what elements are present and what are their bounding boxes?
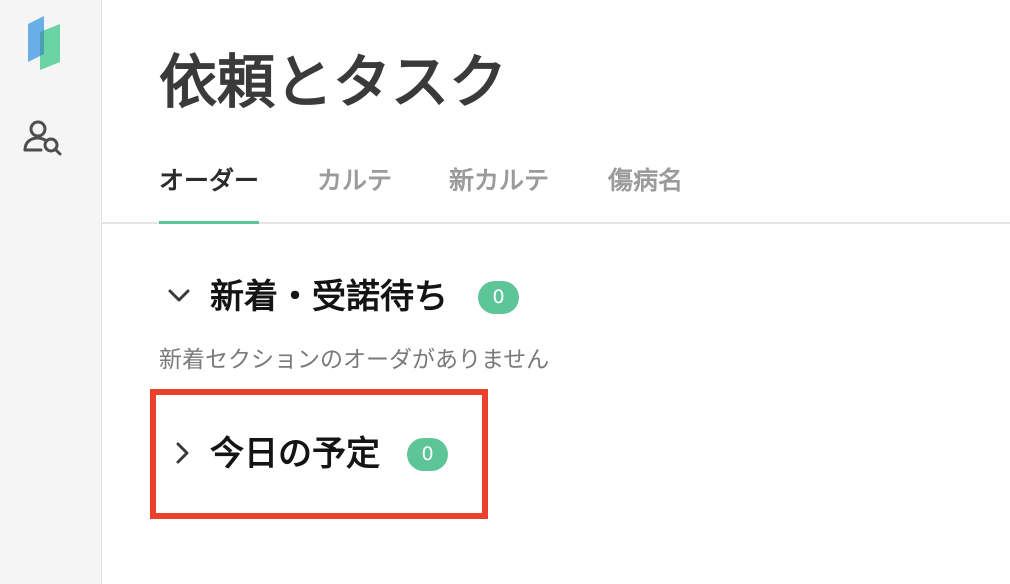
main-content: 依頼とタスク オーダー カルテ 新カルテ 傷病名 新着・受諾待ち 0 新着セクシ… bbox=[102, 0, 1010, 584]
section-new-pending-header[interactable]: 新着・受諾待ち 0 bbox=[166, 275, 526, 319]
tab-karte[interactable]: カルテ bbox=[317, 150, 392, 222]
tab-new-karte[interactable]: 新カルテ bbox=[449, 150, 549, 222]
section-title: 今日の予定 bbox=[210, 434, 380, 474]
tab-order[interactable]: オーダー bbox=[159, 150, 260, 224]
sidebar bbox=[0, 0, 102, 584]
chevron-right-icon bbox=[176, 442, 189, 464]
patient-search-icon[interactable] bbox=[22, 118, 64, 158]
chevron-down-icon bbox=[168, 289, 190, 302]
section-today-header[interactable]: 今日の予定 0 bbox=[170, 432, 460, 476]
count-badge: 0 bbox=[407, 438, 448, 471]
page-title: 依頼とタスク bbox=[159, 48, 508, 116]
empty-state-message: 新着セクションのオーダがありません bbox=[159, 347, 550, 373]
count-badge: 0 bbox=[478, 281, 519, 314]
section-title: 新着・受諾待ち bbox=[210, 277, 448, 317]
app-logo-icon[interactable] bbox=[24, 14, 64, 72]
tab-bar: オーダー カルテ 新カルテ 傷病名 bbox=[102, 150, 1010, 224]
tab-diagnosis[interactable]: 傷病名 bbox=[608, 150, 683, 222]
